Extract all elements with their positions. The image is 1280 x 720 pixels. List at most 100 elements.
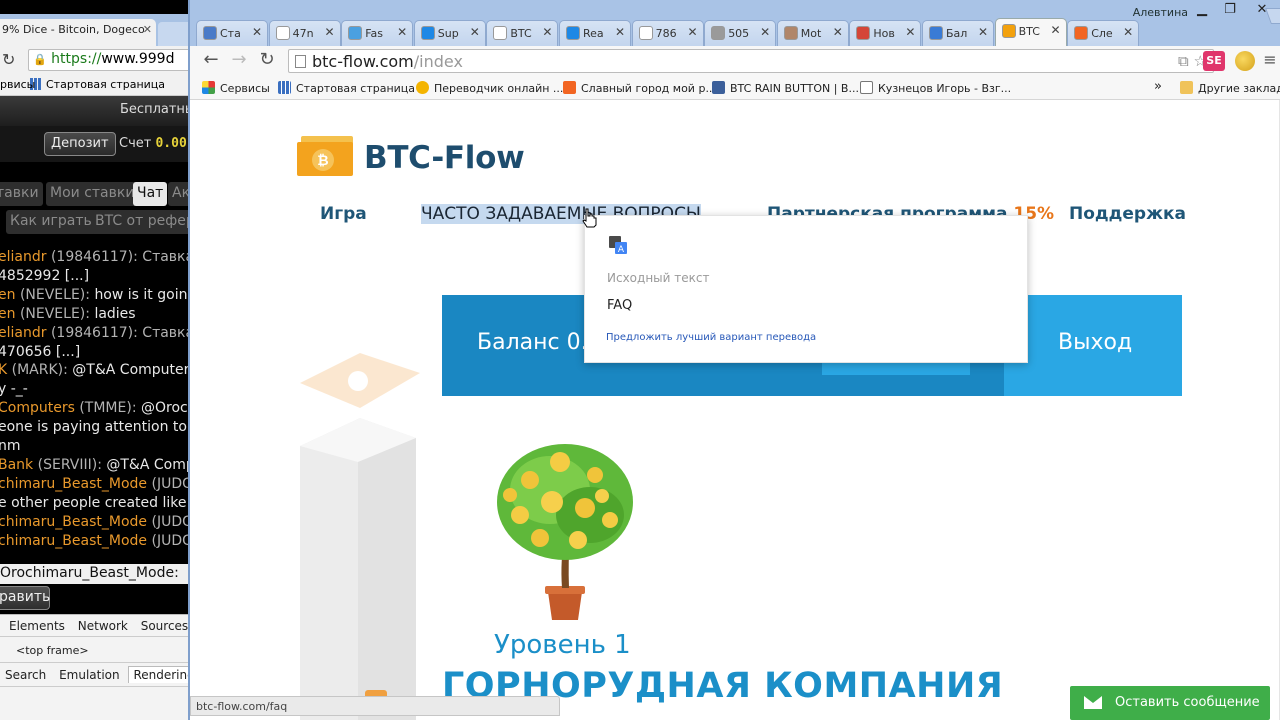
close-tab-icon[interactable]: ✕ — [833, 25, 843, 39]
logout-button[interactable]: Выход — [1058, 330, 1132, 355]
close-tab-icon[interactable]: ✕ — [760, 25, 770, 39]
tab-bets[interactable]: тавки — [0, 182, 43, 206]
bookmark-translator[interactable]: Переводчик онлайн ... — [416, 81, 563, 95]
chat-text: 4852992 [...] — [0, 267, 90, 284]
close-tab-icon[interactable]: ✕ — [542, 25, 552, 39]
nav-game[interactable]: Игра — [320, 204, 367, 224]
browser-tab[interactable]: Нов ✕ — [849, 20, 922, 46]
bookmark-label: BTC RAIN BUTTON | B... — [730, 82, 859, 95]
devtools-frame-select[interactable]: <top frame> — [0, 637, 190, 663]
translate-icon[interactable]: ⧉ — [1178, 52, 1189, 70]
tab-my-bets[interactable]: Мои ставки — [46, 182, 139, 206]
close-tab-icon[interactable]: ✕ — [615, 25, 625, 39]
chat-text: @T&A Computers — [72, 362, 190, 379]
tab-how-to-play[interactable]: Как играть — [6, 210, 96, 234]
page-icon — [295, 55, 306, 68]
tab-chat[interactable]: Чат — [133, 182, 168, 206]
send-button[interactable]: равить — [0, 586, 50, 610]
close-tab-icon[interactable]: ✕ — [397, 25, 407, 39]
more-bookmarks-chevron[interactable]: » — [1154, 79, 1162, 94]
close-icon[interactable]: ✕ — [143, 23, 152, 36]
back-icon[interactable]: ← — [200, 51, 222, 71]
bookmark-start-page[interactable]: Стартовая страница — [278, 81, 415, 95]
background-tab-999dice[interactable]: 9% Dice - Bitcoin, Dogeco ✕ — [0, 19, 156, 46]
dice-subtabs: Как играть BTC от рефер — [0, 210, 190, 236]
balance-label: Баланс 0. — [477, 330, 588, 355]
close-tab-icon[interactable]: ✕ — [1123, 25, 1133, 39]
browser-tab[interactable]: 505 ✕ — [704, 20, 777, 46]
reload-icon[interactable]: ↻ — [256, 51, 278, 71]
chat-text: @T&A Compu — [106, 456, 190, 473]
reload-icon[interactable]: ↻ — [2, 50, 15, 69]
browser-tab[interactable]: Сле ✕ — [1067, 20, 1140, 46]
minimize-icon[interactable]: ▁ — [1190, 3, 1214, 19]
nav-support[interactable]: Поддержка — [1069, 204, 1186, 224]
bookmark-label: Стартовая страница — [296, 82, 416, 95]
deposit-button[interactable]: Депозит — [44, 132, 116, 156]
devtools-tab-emulation[interactable]: Emulation — [55, 667, 124, 683]
browser-tab[interactable]: Fas ✕ — [341, 20, 414, 46]
site-logo-text[interactable]: BTC-Flow — [364, 140, 525, 176]
favicon-icon — [275, 26, 290, 40]
devtools-tab-rendering[interactable]: Rendering — [128, 666, 190, 683]
browser-tab[interactable]: Rea ✕ — [559, 20, 631, 46]
bookmark-label: Другие закладки — [1198, 82, 1280, 95]
devtools-tab-elements[interactable]: Elements — [9, 619, 65, 633]
browser-tab-label: BTC — [1018, 25, 1040, 38]
close-tab-icon[interactable]: ✕ — [978, 25, 988, 39]
bookmark-services[interactable]: рвисы — [0, 78, 35, 91]
background-tab[interactable] — [158, 22, 190, 46]
chat-user-meta: (19846117): Ставка (х — [50, 249, 190, 265]
browser-tab-label: 47n — [292, 27, 314, 40]
browser-tab[interactable]: Sup ✕ — [413, 20, 486, 46]
other-bookmarks-folder[interactable]: Другие закладки — [1180, 81, 1280, 95]
extension-se-icon[interactable]: SE — [1203, 51, 1225, 71]
devtools-tab-network[interactable]: Network — [78, 619, 128, 633]
bookmark-kuznetsov[interactable]: Кузнецов Игорь - Взг... — [860, 81, 1011, 95]
browser-tab[interactable]: Бал ✕ — [922, 20, 994, 46]
chat-message: Computers (TMME): @Oroch — [0, 399, 190, 418]
close-tab-icon[interactable]: ✕ — [470, 25, 480, 39]
tab-referral[interactable]: BTC от рефер — [91, 210, 190, 234]
devtools-tab-search[interactable]: Search — [1, 667, 50, 683]
close-tab-icon[interactable]: ✕ — [252, 25, 262, 39]
suggest-translation-link[interactable]: Предложить лучший вариант перевода — [606, 332, 816, 343]
devtools-tab-sources[interactable]: Sources — [141, 619, 188, 633]
chat-user-meta: (JUDGE — [151, 513, 190, 530]
close-tab-icon[interactable]: ✕ — [905, 25, 915, 39]
menu-icon[interactable]: ≡ — [1262, 50, 1278, 72]
background-browser-window: 9% Dice - Bitcoin, Dogeco ✕ ↻ 🔒 https://… — [0, 0, 190, 720]
browser-tab[interactable]: 786 ✕ — [631, 20, 704, 46]
browser-tab-label: Fas — [365, 27, 383, 40]
background-address-bar[interactable]: 🔒 https://www.999d — [28, 49, 190, 71]
tab-more[interactable]: Ак — [168, 182, 190, 206]
chat-user-name: eliandr — [0, 324, 47, 341]
bookmark-btc-rain[interactable]: BTC RAIN BUTTON | B... — [712, 81, 859, 95]
browser-tab[interactable]: 47n ✕ — [268, 20, 341, 46]
dice-tabs: тавки Мои ставки Чат Ак — [0, 182, 190, 208]
browser-tab-label: 505 — [728, 27, 750, 40]
address-bar[interactable]: btc-flow.com/index ⧉ ☆ — [288, 49, 1214, 73]
decorative-coin-image — [300, 353, 420, 408]
chat-message: chimaru_Beast_Mode (JUDGE — [0, 532, 190, 551]
bookmark-start-page[interactable]: Стартовая страница — [46, 78, 165, 91]
browser-tab[interactable]: BTC ✕ — [486, 20, 559, 46]
extension-coin-icon[interactable] — [1235, 51, 1255, 71]
url-host: www.999d — [101, 51, 175, 67]
close-tab-icon[interactable]: ✕ — [325, 25, 335, 39]
browser-tab[interactable]: BTC ✕ — [994, 18, 1067, 46]
favicon-icon — [783, 26, 798, 40]
browser-tab[interactable]: Ста ✕ — [196, 20, 268, 46]
url-scheme: https:// — [51, 51, 102, 67]
browser-tab[interactable]: Mot ✕ — [776, 20, 849, 46]
chat-input[interactable]: Orochimaru_Beast_Mode: — [0, 564, 188, 584]
close-tab-icon[interactable]: ✕ — [688, 25, 698, 39]
leave-message-widget[interactable]: Оставить сообщение — [1070, 686, 1270, 720]
restore-icon[interactable]: ❐ — [1218, 3, 1242, 19]
btc-flow-logo-icon[interactable]: ₿ — [295, 136, 355, 176]
forward-icon[interactable]: → — [228, 51, 250, 71]
blogger-icon — [563, 81, 576, 94]
close-tab-icon[interactable]: ✕ — [1051, 23, 1061, 37]
bookmark-services[interactable]: Сервисы — [202, 81, 270, 95]
bookmark-blogger[interactable]: Славный город мой р... — [563, 81, 716, 95]
